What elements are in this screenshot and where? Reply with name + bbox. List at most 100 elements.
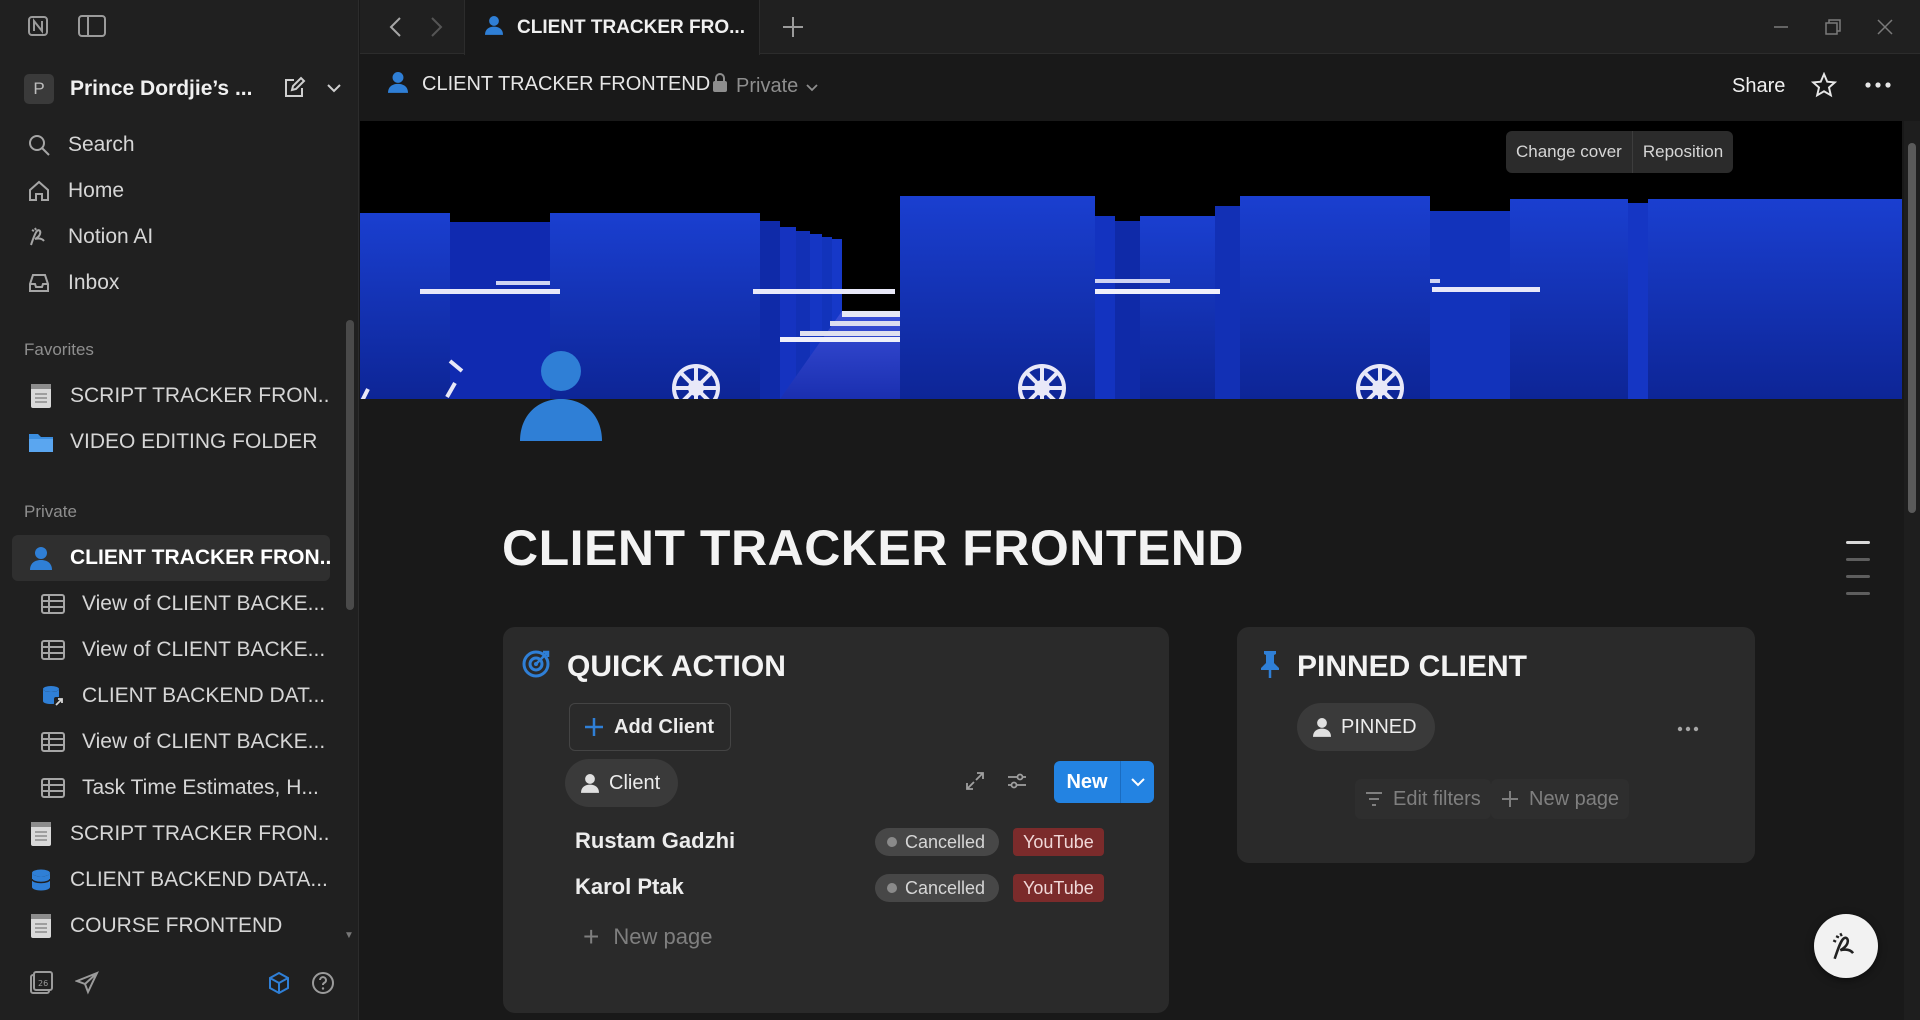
more-options-icon[interactable] xyxy=(1864,71,1892,99)
close-icon[interactable] xyxy=(1870,12,1900,42)
table-of-contents-outline[interactable] xyxy=(1846,541,1870,609)
pinned-new-page-label: New page xyxy=(1529,787,1620,810)
pinned-new-page-button[interactable]: New page xyxy=(1491,779,1630,819)
sidebar-bottom-bar: 26 xyxy=(26,968,346,1000)
sidebar-top-controls xyxy=(24,12,106,40)
help-icon[interactable] xyxy=(308,968,338,998)
client-view-tab[interactable]: Client xyxy=(565,759,679,807)
sidebar-toggle-icon[interactable] xyxy=(78,12,106,40)
person-icon xyxy=(26,543,56,573)
table-icon xyxy=(38,773,68,803)
quick-action-title: QUICK ACTION xyxy=(567,649,786,683)
reposition-button[interactable]: Reposition xyxy=(1633,131,1733,173)
pinned-client-header: PINNED CLIENT xyxy=(1259,649,1527,684)
private-item-client-backend-data[interactable]: CLIENT BACKEND DATA... xyxy=(12,857,330,903)
change-cover-button[interactable]: Change cover xyxy=(1506,131,1632,173)
pinned-client-title: PINNED CLIENT xyxy=(1297,649,1528,683)
expand-icon[interactable] xyxy=(965,771,985,791)
minimize-icon[interactable] xyxy=(1766,12,1796,42)
private-item-view-of-client-backend-3[interactable]: View of CLIENT BACKE... xyxy=(12,719,330,765)
new-entry-dropdown[interactable] xyxy=(1120,761,1154,803)
workspace-name: Prince Dordjie’s ... xyxy=(70,77,253,100)
quick-action-card: QUICK ACTION Add Client Client New Rusta… xyxy=(503,627,1169,1013)
share-button[interactable]: Share xyxy=(1732,75,1785,98)
page-person-icon[interactable] xyxy=(520,349,602,446)
table-row[interactable]: Karol Ptak Cancelled YouTube xyxy=(575,868,1135,908)
workspace-switcher[interactable]: P Prince Dordjie’s ... xyxy=(24,72,344,106)
pinned-view-tab[interactable]: PINNED xyxy=(1297,703,1435,751)
favorite-item-video-editing[interactable]: VIDEO EDITING FOLDER xyxy=(12,419,330,465)
sidebar-nav: Search Home Notion AI Inbox xyxy=(12,122,330,306)
sidebar-scroll-down-icon[interactable]: ▼ xyxy=(344,930,354,941)
breadcrumb[interactable]: CLIENT TRACKER FRONTEND xyxy=(388,71,710,98)
notion-ai-icon xyxy=(1829,929,1863,963)
page-scrollbar[interactable] xyxy=(1904,121,1920,1020)
new-page-button[interactable]: + New page xyxy=(583,921,712,953)
private-item-course-frontend[interactable]: COURSE FRONTEND xyxy=(12,903,330,949)
page-scrollbar-thumb[interactable] xyxy=(1908,143,1916,513)
plus-icon xyxy=(584,717,604,737)
forward-arrow-icon[interactable] xyxy=(422,12,452,42)
favorites-list: SCRIPT TRACKER FRON... VIDEO EDITING FOL… xyxy=(12,373,330,465)
nav-inbox[interactable]: Inbox xyxy=(12,260,330,306)
private-item-task-time-estimates[interactable]: Task Time Estimates, H... xyxy=(12,765,330,811)
edit-filters-button[interactable]: Edit filters xyxy=(1355,779,1491,819)
more-options-icon[interactable] xyxy=(1677,719,1699,737)
breadcrumb-title: CLIENT TRACKER FRONTEND xyxy=(422,73,711,95)
client-view-label: Client xyxy=(609,771,661,794)
table-row[interactable]: Rustam Gadzhi Cancelled YouTube xyxy=(575,822,1135,862)
sidebar-scrollbar[interactable] xyxy=(346,320,354,610)
star-icon[interactable] xyxy=(1810,71,1838,99)
tree-item-label: SCRIPT TRACKER FRON... xyxy=(70,384,330,407)
database-icon xyxy=(26,865,56,895)
person-icon xyxy=(1313,717,1331,737)
tree-item-label: SCRIPT TRACKER FRON... xyxy=(70,822,330,845)
new-entry-button-group: New xyxy=(1054,761,1154,803)
status-badge: Cancelled xyxy=(875,874,1000,902)
pin-icon xyxy=(1259,649,1281,684)
new-page-label: New page xyxy=(613,924,713,949)
nav-label: Inbox xyxy=(68,271,120,294)
notion-ai-button[interactable] xyxy=(1814,914,1878,978)
private-item-client-backend-data-link[interactable]: CLIENT BACKEND DAT... xyxy=(12,673,330,719)
back-arrow-icon[interactable] xyxy=(380,12,410,42)
private-item-script-tracker[interactable]: SCRIPT TRACKER FRON... xyxy=(12,811,330,857)
privacy-dropdown[interactable]: Private xyxy=(712,73,818,99)
search-icon xyxy=(24,130,54,160)
filter-sliders-icon[interactable] xyxy=(1007,771,1027,791)
folder-icon xyxy=(26,427,56,457)
chevron-down-icon xyxy=(1130,777,1145,787)
favorite-item-script-tracker[interactable]: SCRIPT TRACKER FRON... xyxy=(12,373,330,419)
private-item-view-of-client-backend-2[interactable]: View of CLIENT BACKE... xyxy=(12,627,330,673)
chevron-down-icon[interactable] xyxy=(320,74,348,102)
nav-search[interactable]: Search xyxy=(12,122,330,168)
restore-icon[interactable] xyxy=(1818,12,1848,42)
calendar-icon[interactable]: 26 xyxy=(26,968,56,998)
nav-home[interactable]: Home xyxy=(12,168,330,214)
client-name: Karol Ptak xyxy=(575,874,684,899)
tab-client-tracker[interactable]: CLIENT TRACKER FRO... xyxy=(464,0,760,55)
client-name: Rustam Gadzhi xyxy=(575,828,736,853)
tree-item-label: VIDEO EDITING FOLDER xyxy=(70,430,318,453)
table-icon xyxy=(38,635,68,665)
private-item-client-tracker-frontend[interactable]: CLIENT TRACKER FRON... xyxy=(12,535,330,581)
pinned-client-card: PINNED CLIENT PINNED Edit filters New pa… xyxy=(1237,627,1755,863)
nav-notion-ai[interactable]: Notion AI xyxy=(12,214,330,260)
private-item-view-of-client-backend-1[interactable]: View of CLIENT BACKE... xyxy=(12,581,330,627)
status-badge: Cancelled xyxy=(875,828,1000,856)
notion-logo-icon[interactable] xyxy=(24,12,52,40)
new-tab-plus-icon[interactable] xyxy=(778,12,808,42)
edit-filters-label: Edit filters xyxy=(1393,787,1481,810)
send-icon[interactable] xyxy=(72,968,102,998)
tree-item-label: View of CLIENT BACKE... xyxy=(82,730,326,753)
templates-box-icon[interactable] xyxy=(264,968,294,998)
person-icon xyxy=(485,15,503,40)
tree-item-label: CLIENT TRACKER FRON... xyxy=(70,546,330,569)
add-client-button[interactable]: Add Client xyxy=(569,703,731,751)
new-page-compose-icon[interactable] xyxy=(280,74,308,102)
plus-icon xyxy=(1501,790,1519,808)
page-title[interactable]: CLIENT TRACKER FRONTEND xyxy=(502,519,1244,577)
private-list: CLIENT TRACKER FRON... View of CLIENT BA… xyxy=(12,535,330,949)
plus-icon: + xyxy=(583,921,600,952)
new-entry-button[interactable]: New xyxy=(1054,761,1120,803)
